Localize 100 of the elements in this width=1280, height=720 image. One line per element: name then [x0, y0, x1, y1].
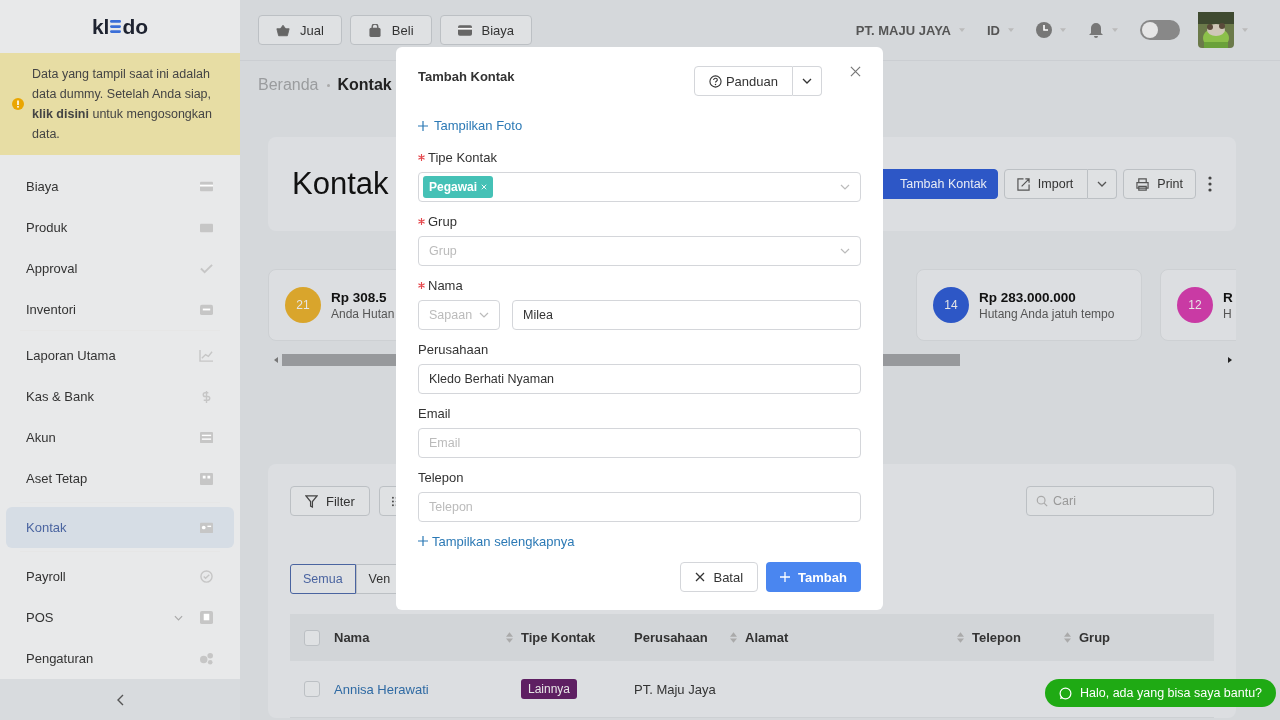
field-label: Tipe Kontak	[428, 150, 497, 165]
card-icon	[457, 23, 472, 37]
box-icon	[199, 221, 214, 235]
scroll-right-icon[interactable]	[1228, 357, 1232, 363]
sort-icon[interactable]	[506, 632, 513, 643]
bell-icon[interactable]	[1088, 22, 1104, 38]
close-icon[interactable]	[850, 65, 861, 77]
sidebar-item[interactable]: Akun	[6, 417, 234, 459]
notice-text: Data yang tampil saat ini adalah data dummy. Setelah Anda siap, klik disini untuk mengosongkan data.	[32, 66, 213, 144]
chevron-down-icon	[802, 76, 812, 86]
field-label: Nama	[428, 278, 463, 293]
sidebar-item[interactable]: Laporan Utama	[6, 335, 234, 377]
sidebar-item[interactable]: Produk	[6, 207, 234, 249]
checkbox[interactable]	[304, 681, 320, 697]
print-button[interactable]: Print	[1123, 169, 1196, 199]
summary-card[interactable]: 14 Rp 283.000.000 Hutang Anda jatuh tempo	[916, 269, 1142, 341]
field-label: Email	[418, 406, 451, 421]
table-cell: PT. Maju Jaya	[634, 681, 716, 697]
plus-icon	[780, 572, 791, 582]
clock-icon[interactable]	[1036, 22, 1052, 38]
chat-icon	[1059, 686, 1072, 700]
scroll-left-icon[interactable]	[274, 357, 278, 363]
sidebar-item[interactable]: Approval	[6, 248, 234, 290]
summary-card[interactable]: 12 R H	[1160, 269, 1236, 341]
archive-icon	[199, 303, 214, 317]
check-circle-icon	[199, 570, 214, 584]
language-selector[interactable]: ID	[987, 22, 1000, 38]
field-label: Grup	[428, 214, 457, 229]
sidebar-item[interactable]: Aset Tetap	[6, 458, 234, 500]
page-title: Kontak	[292, 166, 389, 202]
field-label: Telepon	[418, 470, 464, 485]
show-photo-link[interactable]: Tampilkan Foto	[418, 116, 523, 136]
dialog-title: Tambah Kontak	[418, 68, 516, 84]
sidebar-item[interactable]: Kontak	[6, 507, 234, 549]
remove-icon[interactable]	[481, 183, 488, 190]
amount: R	[1223, 289, 1233, 305]
column-header: Tipe Kontak	[521, 630, 596, 645]
caption: H	[1223, 306, 1233, 321]
add-button[interactable]: Tambah	[766, 562, 861, 592]
column-header: Nama	[334, 630, 370, 645]
sidebar-item[interactable]: Kas & Bank	[6, 376, 234, 418]
caption: Anda Hutan	[331, 306, 395, 321]
input-field[interactable]: Telepon	[418, 491, 861, 522]
dropdown-button[interactable]	[1088, 169, 1118, 199]
show-more-link[interactable]: Tampilkan selengkapnya	[418, 531, 575, 551]
caption: Hutang Anda jatuh tempo	[979, 306, 1115, 321]
buy-button[interactable]: Beli	[349, 15, 432, 45]
amount: Rp 308.5	[331, 289, 388, 305]
expense-button[interactable]: Biaya	[439, 15, 533, 45]
field-label: Perusahaan	[418, 342, 489, 357]
checkbox[interactable]	[304, 629, 320, 646]
help-icon	[708, 74, 722, 88]
plus-icon	[418, 536, 428, 547]
sell-button[interactable]: Jual	[258, 15, 342, 45]
import-button[interactable]: Import	[1003, 169, 1089, 199]
sidebar-item[interactable]: Biaya	[6, 166, 234, 208]
filter-button[interactable]: Filter	[290, 486, 370, 516]
sort-icon[interactable]	[730, 632, 737, 643]
input-field[interactable]: Kledo Berhati Nyaman	[418, 363, 861, 394]
column-header: Telepon	[972, 630, 1021, 645]
pos-icon	[199, 611, 214, 625]
more-icon[interactable]	[1208, 176, 1212, 192]
search-icon	[1036, 495, 1048, 507]
dropdown-button[interactable]	[793, 66, 822, 96]
list-icon	[199, 431, 214, 445]
bag-icon	[367, 23, 382, 37]
filter-icon	[305, 494, 318, 508]
name-input[interactable]: Milea	[512, 299, 861, 330]
sort-icon[interactable]	[1064, 632, 1071, 643]
check-icon	[199, 262, 214, 276]
cancel-button[interactable]: Batal	[680, 562, 759, 592]
count-badge: 12	[1177, 287, 1213, 323]
logo-mark-icon	[110, 19, 122, 35]
sort-icon[interactable]	[957, 632, 964, 643]
guide-button[interactable]: Panduan	[693, 66, 793, 96]
sidebar-item[interactable]: Pengaturan	[6, 638, 234, 680]
sidebar-item[interactable]: Payroll	[6, 556, 234, 598]
sidebar-item[interactable]: Inventori	[6, 289, 234, 331]
chart-icon	[199, 349, 214, 363]
company-selector[interactable]: PT. MAJU JAYA	[855, 22, 951, 38]
count-badge: 21	[285, 287, 321, 323]
card-icon	[199, 180, 214, 194]
column-header: Perusahaan	[634, 630, 708, 645]
column-header: Alamat	[745, 630, 789, 645]
gears-icon	[199, 652, 214, 666]
filter-tab[interactable]: Semua	[290, 564, 356, 594]
column-header: Grup	[1079, 630, 1111, 645]
chevron-down-icon	[1097, 179, 1108, 189]
input-field[interactable]: Email	[418, 427, 861, 458]
count-badge: 14	[933, 287, 969, 323]
contact-card-icon	[199, 521, 214, 535]
search-field[interactable]: Cari	[1026, 486, 1214, 516]
chevron-left-icon	[116, 693, 124, 706]
theme-toggle[interactable]	[1140, 20, 1180, 40]
contact-name-link[interactable]: Annisa Herawati	[334, 681, 429, 697]
amount: Rp 283.000.000	[979, 289, 1077, 305]
building-icon	[199, 472, 214, 486]
logo: kl do	[90, 13, 150, 40]
sidebar-item[interactable]: POS	[6, 597, 234, 639]
type-tag: Lainnya	[521, 679, 578, 699]
